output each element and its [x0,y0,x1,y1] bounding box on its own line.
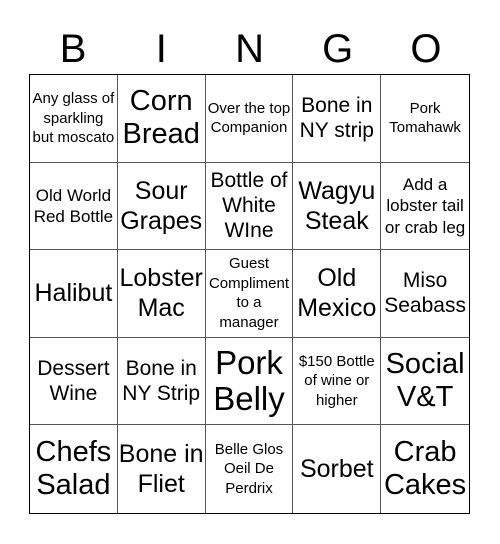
bingo-cell[interactable]: Crab Cakes [381,425,469,513]
bingo-cell[interactable]: Halibut [30,250,118,338]
bingo-cell[interactable]: Old World Red Bottle [30,162,118,251]
bingo-cell[interactable]: Wagyu Steak [293,162,382,251]
bingo-cell[interactable]: Lobster Mac [117,250,206,338]
bingo-cell[interactable]: Social V&T [381,338,469,426]
bingo-cell[interactable]: Corn Bread [117,75,206,163]
bingo-cell[interactable]: $150 Bottle of wine or higher [293,337,382,426]
bingo-cell[interactable]: Bottle of White WIne [205,162,294,251]
bingo-cell[interactable]: Bone in Fliet [118,425,206,513]
header-letter-i: I [155,27,167,71]
bingo-cell[interactable]: Sour Grapes [117,162,206,251]
bingo-cell[interactable]: Dessert Wine [30,337,118,426]
bingo-cell[interactable]: Belle Glos Oeil De Perdrix [206,425,294,513]
header-letter-b: B [59,27,87,71]
bingo-cell[interactable]: Bone in NY Strip [117,337,206,426]
bingo-cell[interactable]: Any glass of sparkling but moscato [30,75,118,163]
header-letter-g: G [322,27,354,71]
bingo-cell[interactable]: Bone in NY strip [293,75,382,163]
bingo-cell[interactable]: Miso Seabass [381,250,469,338]
header-letter-o: O [410,27,442,71]
bingo-cell[interactable]: Chefs Salad [30,425,118,513]
bingo-cell[interactable]: Add a lobster tail or crab leg [381,163,469,251]
header-letter-n: N [235,27,264,71]
bingo-grid: Any glass of sparkling but moscato Corn … [29,74,470,514]
bingo-cell[interactable]: Pork Belly [205,337,294,426]
bingo-cell[interactable]: Guest Compliment to a manager [205,250,294,338]
bingo-cell[interactable]: Over the top Companion [205,75,294,163]
bingo-cell[interactable]: Sorbet [293,425,382,513]
bingo-header: B I N G O [29,24,470,74]
bingo-cell[interactable]: Old Mexico [293,250,382,338]
bingo-cell[interactable]: Pork Tomahawk [381,75,469,163]
